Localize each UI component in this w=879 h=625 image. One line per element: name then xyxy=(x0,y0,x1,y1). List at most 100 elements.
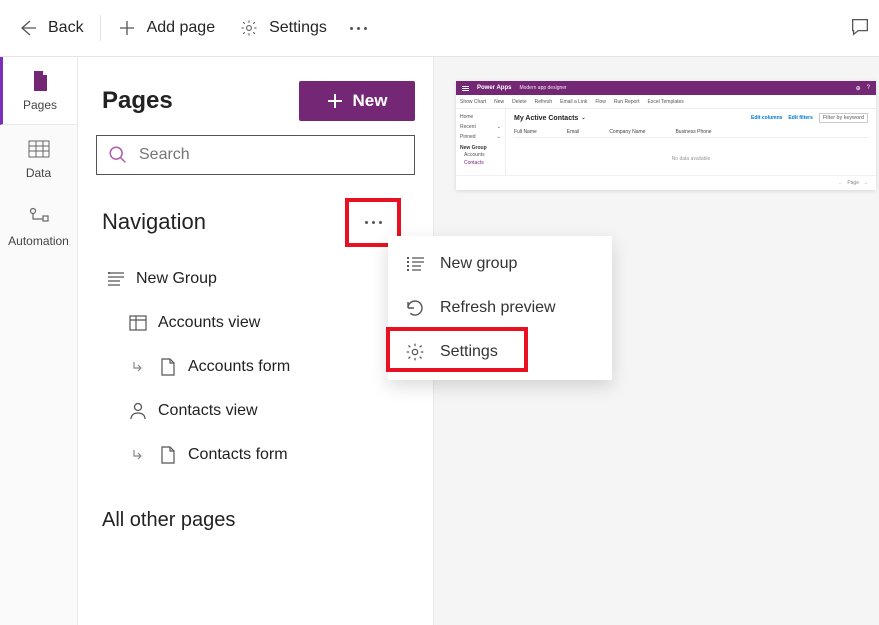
person-icon xyxy=(128,402,148,420)
menu-item-label: Settings xyxy=(440,343,498,361)
menu-item-label: Refresh preview xyxy=(440,299,556,317)
tree-item-label: Contacts form xyxy=(188,446,288,464)
col-fullname: Full Name xyxy=(514,129,537,135)
preview-body: Home Recent⌄ Pinned⌄ New Group Accounts … xyxy=(456,109,876,175)
subpage-arrow-icon xyxy=(128,448,148,462)
gear-icon xyxy=(404,342,426,362)
ellipsis-icon xyxy=(350,27,367,30)
tree-item-accounts-view[interactable]: Accounts view xyxy=(88,301,423,345)
cmd-refresh: Refresh xyxy=(535,99,553,105)
col-company: Company Name xyxy=(609,129,645,135)
menu-item-new-group[interactable]: New group xyxy=(388,242,612,286)
page-icon xyxy=(158,446,178,464)
preview-side-accounts: Accounts xyxy=(460,151,501,159)
preview-command-bar: Show Chart New Delete Refresh Email a Li… xyxy=(456,95,876,109)
preview-no-data: No data available xyxy=(514,138,868,162)
preview-view-title: My Active Contacts xyxy=(514,115,578,122)
tree-item-label: Accounts form xyxy=(188,358,290,376)
add-page-label: Add page xyxy=(147,19,216,37)
col-email: Email xyxy=(567,129,580,135)
search-input[interactable] xyxy=(139,146,414,164)
tree-group[interactable]: New Group xyxy=(88,257,423,301)
preview-edit-filters: Edit filters xyxy=(788,115,812,121)
rail-label-data: Data xyxy=(26,166,51,180)
back-label: Back xyxy=(48,19,84,37)
refresh-icon xyxy=(404,298,426,318)
settings-button[interactable]: Settings xyxy=(227,0,339,56)
preview-edit-columns: Edit columns xyxy=(751,115,782,121)
back-arrow-icon xyxy=(18,18,38,38)
all-other-pages-title: All other pages xyxy=(78,481,433,560)
tree-item-label: Accounts view xyxy=(158,314,260,332)
preview-view-title-row: My Active Contacts ⌄ Edit columns Edit f… xyxy=(514,113,868,123)
preview-app-title: Power Apps xyxy=(477,85,511,91)
preview-filter-box: Filter by keyword xyxy=(819,113,868,123)
tree-group-label: New Group xyxy=(136,270,217,288)
rail-item-pages[interactable]: Pages xyxy=(0,57,77,125)
tree-item-contacts-view[interactable]: Contacts view xyxy=(88,389,423,433)
pages-header: Pages New xyxy=(78,57,433,135)
automation-icon xyxy=(28,206,50,228)
rail-label-automation: Automation xyxy=(8,234,69,248)
pages-panel: Pages New Navigation New Group A xyxy=(78,57,434,625)
pages-panel-title: Pages xyxy=(102,87,173,115)
plus-icon xyxy=(117,18,137,38)
settings-label: Settings xyxy=(269,19,327,37)
subpage-arrow-icon xyxy=(128,360,148,374)
preview-side-contacts: Contacts xyxy=(460,159,501,167)
comments-button[interactable] xyxy=(849,16,871,43)
back-button[interactable]: Back xyxy=(6,0,96,56)
more-toolbar-button[interactable] xyxy=(339,8,379,48)
preview-main: My Active Contacts ⌄ Edit columns Edit f… xyxy=(506,109,876,175)
cmd-run-report: Run Report xyxy=(614,99,640,105)
page-icon xyxy=(158,358,178,376)
new-button-label: New xyxy=(353,91,388,111)
menu-item-refresh-preview[interactable]: Refresh preview xyxy=(388,286,612,330)
rail-item-automation[interactable]: Automation xyxy=(0,193,77,261)
search-icon xyxy=(107,144,129,166)
ellipsis-icon xyxy=(365,221,382,224)
group-icon xyxy=(106,271,126,287)
col-phone: Business Phone xyxy=(675,129,711,135)
cmd-delete: Delete xyxy=(512,99,526,105)
gear-icon xyxy=(239,18,259,38)
navigation-header: Navigation xyxy=(78,191,433,253)
hamburger-icon xyxy=(462,86,469,91)
preview-titlebar-right: ⊕? xyxy=(856,85,870,92)
menu-item-label: New group xyxy=(440,255,517,273)
search-wrapper xyxy=(78,135,433,191)
preview-titlebar: Power Apps Modern app designer ⊕? xyxy=(456,81,876,95)
cmd-flow: Flow xyxy=(595,99,606,105)
rail-label-pages: Pages xyxy=(23,98,57,112)
left-rail: Pages Data Automation xyxy=(0,57,78,625)
cmd-excel: Excel Templates xyxy=(647,99,683,105)
new-group-icon xyxy=(404,256,426,272)
pages-icon xyxy=(29,70,51,92)
data-icon xyxy=(28,138,50,160)
navigation-title: Navigation xyxy=(102,209,206,235)
preview-window: Power Apps Modern app designer ⊕? Show C… xyxy=(456,81,876,190)
tree-item-label: Contacts view xyxy=(158,402,258,420)
rail-item-data[interactable]: Data xyxy=(0,125,77,193)
navigation-tree: New Group Accounts view Accounts form Co… xyxy=(78,253,433,481)
table-icon xyxy=(128,315,148,331)
preview-paging: ← Page → xyxy=(456,175,876,190)
chevron-down-icon: ⌄ xyxy=(581,115,585,121)
cmd-show-chart: Show Chart xyxy=(460,99,486,105)
cmd-new: New xyxy=(494,99,504,105)
preview-side-recent: Recent⌄ xyxy=(460,122,501,132)
plus-icon xyxy=(327,93,343,109)
preview-table-header: Full Name Email Company Name Business Ph… xyxy=(514,127,868,138)
add-page-button[interactable]: Add page xyxy=(105,0,228,56)
new-button[interactable]: New xyxy=(299,81,415,121)
menu-item-settings[interactable]: Settings xyxy=(388,330,612,374)
preview-side-home: Home xyxy=(460,112,501,122)
tree-item-accounts-form[interactable]: Accounts form xyxy=(88,345,423,389)
tree-item-contacts-form[interactable]: Contacts form xyxy=(88,433,423,477)
search-box[interactable] xyxy=(96,135,415,175)
navigation-context-menu: New group Refresh preview Settings xyxy=(388,236,612,380)
cmd-email-link: Email a Link xyxy=(560,99,587,105)
toolbar-divider xyxy=(100,15,101,41)
top-toolbar: Back Add page Settings xyxy=(0,0,879,57)
preview-app-subtitle: Modern app designer xyxy=(519,85,566,91)
